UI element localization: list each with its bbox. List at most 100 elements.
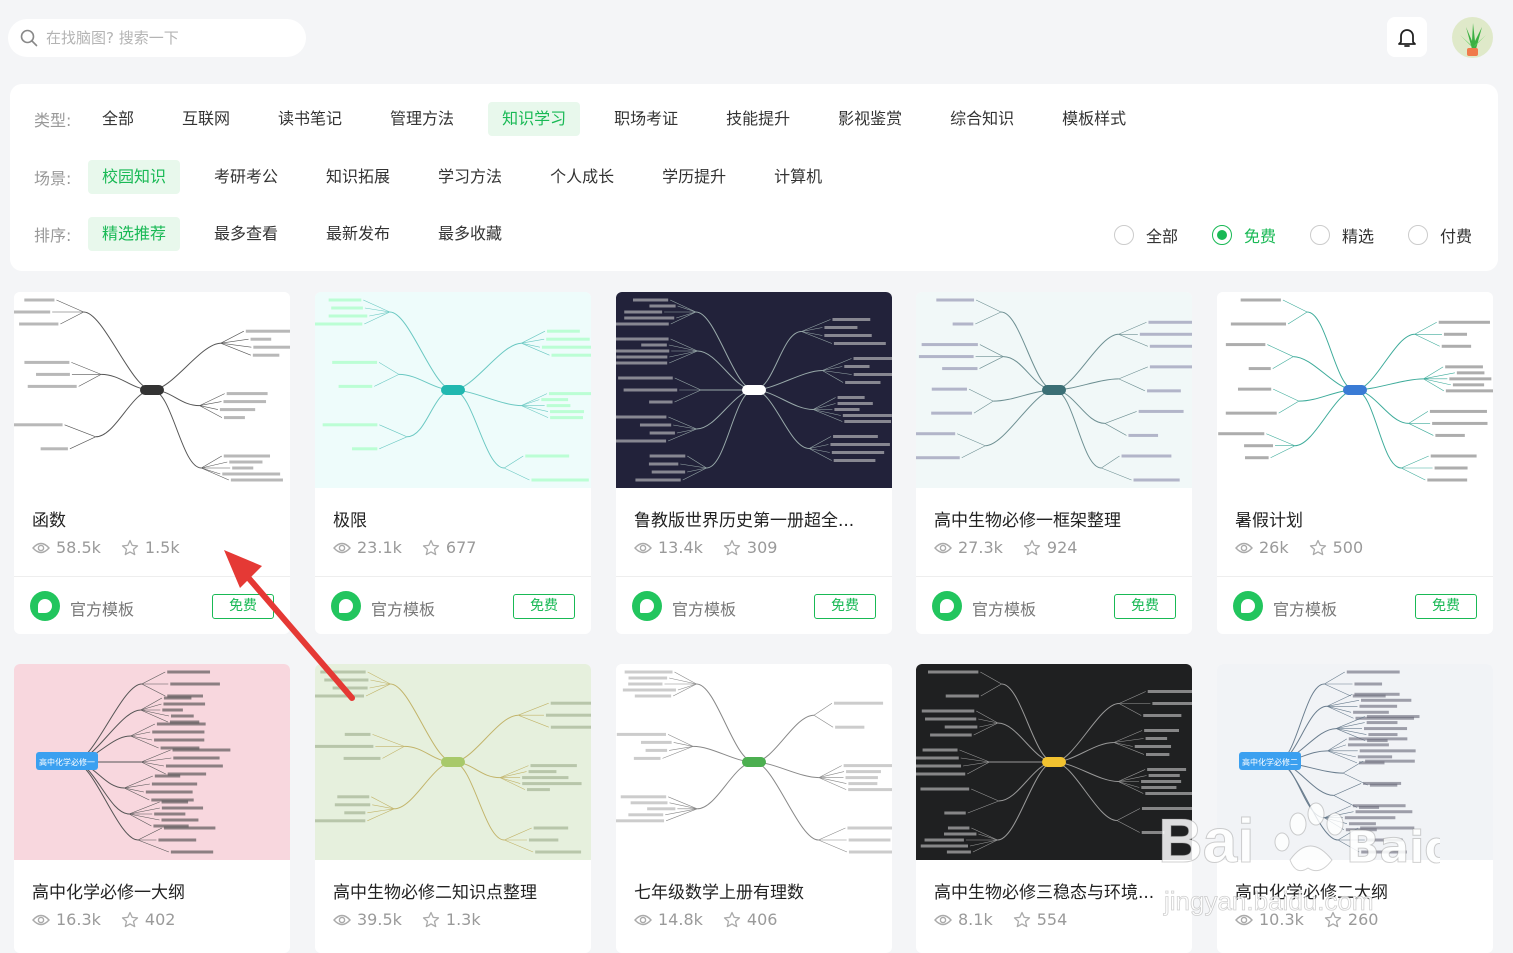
- avatar[interactable]: [1452, 17, 1493, 58]
- card-title[interactable]: 高中化学必修一大纲: [32, 878, 272, 903]
- card-stats: 23.1k 677: [333, 538, 496, 557]
- sort-chip[interactable]: 最多查看: [200, 217, 292, 251]
- search-icon: [20, 29, 38, 47]
- card-title[interactable]: 七年级数学上册有理数: [634, 878, 874, 903]
- views-count: 23.1k: [357, 538, 402, 557]
- price-radio[interactable]: 免费: [1211, 223, 1276, 247]
- mindmap-thumbnail[interactable]: 高中化学必修二: [1217, 664, 1493, 860]
- card-footer: 官方模板 免费: [14, 576, 290, 634]
- star-icon: [1013, 911, 1030, 927]
- sort-chip[interactable]: 最多收藏: [424, 217, 516, 251]
- template-card[interactable]: 极限 23.1k 677 官方模板 免费: [315, 292, 591, 634]
- type-chip[interactable]: 技能提升: [712, 102, 804, 136]
- eye-icon: [333, 914, 351, 925]
- type-chip[interactable]: 影视鉴赏: [824, 102, 916, 136]
- sort-chip[interactable]: 最新发布: [312, 217, 404, 251]
- official-logo-icon: [1233, 591, 1263, 621]
- price-radio[interactable]: 付费: [1407, 223, 1472, 247]
- mindmap-thumbnail[interactable]: [616, 292, 892, 488]
- template-card[interactable]: 七年级数学上册有理数 14.8k 406: [616, 664, 892, 953]
- card-stats: 26k 500: [1235, 538, 1383, 557]
- official-logo-icon: [331, 591, 361, 621]
- scene-chip[interactable]: 学习方法: [424, 160, 516, 194]
- author-label[interactable]: 官方模板: [1273, 596, 1337, 620]
- template-card[interactable]: 高中化学必修二 高中化学必修二大纲 10.3k 260: [1217, 664, 1493, 953]
- type-chip[interactable]: 综合知识: [936, 102, 1028, 136]
- svg-text:高中化学必修二: 高中化学必修二: [1242, 757, 1298, 767]
- author-label[interactable]: 官方模板: [672, 596, 736, 620]
- template-card[interactable]: 高中生物必修三稳态与环境... 8.1k 554: [916, 664, 1192, 953]
- radio-label: 免费: [1243, 227, 1276, 246]
- radio-circle[interactable]: [1309, 225, 1330, 245]
- views-stat: 58.5k: [32, 538, 101, 557]
- eye-icon: [934, 914, 952, 925]
- price-radio[interactable]: 全部: [1113, 223, 1178, 247]
- author-label[interactable]: 官方模板: [371, 596, 435, 620]
- stars-stat: 554: [1013, 910, 1067, 929]
- template-card[interactable]: 高中生物必修一框架整理 27.3k 924 官方模板 免费: [916, 292, 1192, 634]
- radio-label: 付费: [1439, 227, 1472, 246]
- template-card[interactable]: 高中生物必修二知识点整理 39.5k 1.3k: [315, 664, 591, 953]
- mindmap-thumbnail[interactable]: [1217, 292, 1493, 488]
- search-bar[interactable]: [8, 19, 306, 57]
- mindmap-thumbnail[interactable]: [916, 292, 1192, 488]
- template-card[interactable]: 高中化学必修一 高中化学必修一大纲 16.3k 402: [14, 664, 290, 953]
- scene-chip[interactable]: 学历提升: [648, 160, 740, 194]
- mindmap-thumbnail[interactable]: [14, 292, 290, 488]
- stars-count: 500: [1332, 538, 1364, 557]
- star-icon: [1309, 539, 1326, 555]
- type-chip[interactable]: 模板样式: [1048, 102, 1140, 136]
- mindmap-thumbnail[interactable]: [916, 664, 1192, 860]
- mindmap-thumbnail[interactable]: [616, 664, 892, 860]
- star-icon: [1023, 539, 1041, 555]
- card-title[interactable]: 极限: [333, 506, 573, 531]
- price-radio[interactable]: 精选: [1309, 223, 1374, 247]
- scene-chip[interactable]: 知识拓展: [312, 160, 404, 194]
- stars-stat: 677: [422, 538, 477, 557]
- card-title[interactable]: 函数: [32, 506, 272, 531]
- type-chip[interactable]: 管理方法: [376, 102, 468, 136]
- card-title[interactable]: 高中化学必修二大纲: [1235, 878, 1475, 903]
- card-title[interactable]: 暑假计划: [1235, 506, 1475, 531]
- type-chip[interactable]: 全部: [88, 102, 148, 136]
- notification-button[interactable]: [1387, 17, 1427, 57]
- type-chip[interactable]: 互联网: [168, 102, 244, 136]
- template-card[interactable]: 函数 58.5k 1.5k 官方模板 免费: [14, 292, 290, 634]
- type-chip[interactable]: 知识学习: [488, 102, 581, 136]
- author-label[interactable]: 官方模板: [972, 596, 1036, 620]
- type-chip[interactable]: 读书笔记: [264, 102, 356, 136]
- card-title[interactable]: 高中生物必修一框架整理: [934, 506, 1174, 531]
- filter-panel: 类型: 全部 互联网 读书笔记 管理方法 知识学习 职场考证 技能提升 影视鉴赏 综合知识 模板样…: [10, 84, 1498, 271]
- template-card[interactable]: 鲁教版世界历史第一册超全... 13.4k 309 官方模板 免费: [616, 292, 892, 634]
- scene-chip[interactable]: 考研考公: [200, 160, 292, 194]
- stars-count: 1.5k: [144, 538, 180, 557]
- free-badge: 免费: [1114, 594, 1176, 619]
- card-footer: 官方模板 免费: [916, 576, 1192, 634]
- search-input[interactable]: [46, 29, 286, 47]
- mindmap-thumbnail[interactable]: [315, 664, 591, 860]
- author-label[interactable]: 官方模板: [70, 596, 134, 620]
- scene-chip[interactable]: 计算机: [760, 160, 836, 194]
- type-chip[interactable]: 职场考证: [600, 102, 692, 136]
- radio-circle[interactable]: [1211, 225, 1232, 245]
- card-title[interactable]: 高中生物必修二知识点整理: [333, 878, 573, 903]
- stars-count: 677: [445, 538, 477, 557]
- radio-circle[interactable]: [1113, 225, 1134, 245]
- scene-chip[interactable]: 校园知识: [88, 160, 181, 194]
- eye-icon: [934, 542, 952, 553]
- card-title[interactable]: 高中生物必修三稳态与环境...: [934, 878, 1174, 903]
- free-badge: 免费: [814, 594, 876, 619]
- radio-circle[interactable]: [1407, 225, 1428, 245]
- official-logo-icon: [932, 591, 962, 621]
- views-count: 16.3k: [56, 910, 101, 929]
- card-footer: 官方模板 免费: [315, 576, 591, 634]
- scene-chip[interactable]: 个人成长: [536, 160, 628, 194]
- sort-chip[interactable]: 精选推荐: [88, 217, 181, 251]
- type-label: 类型:: [34, 111, 72, 130]
- scene-label: 场景:: [34, 169, 72, 188]
- card-title[interactable]: 鲁教版世界历史第一册超全...: [634, 506, 874, 531]
- mindmap-thumbnail[interactable]: [315, 292, 591, 488]
- mindmap-thumbnail[interactable]: 高中化学必修一: [14, 664, 290, 860]
- stars-stat: 500: [1309, 538, 1364, 557]
- template-card[interactable]: 暑假计划 26k 500 官方模板 免费: [1217, 292, 1493, 634]
